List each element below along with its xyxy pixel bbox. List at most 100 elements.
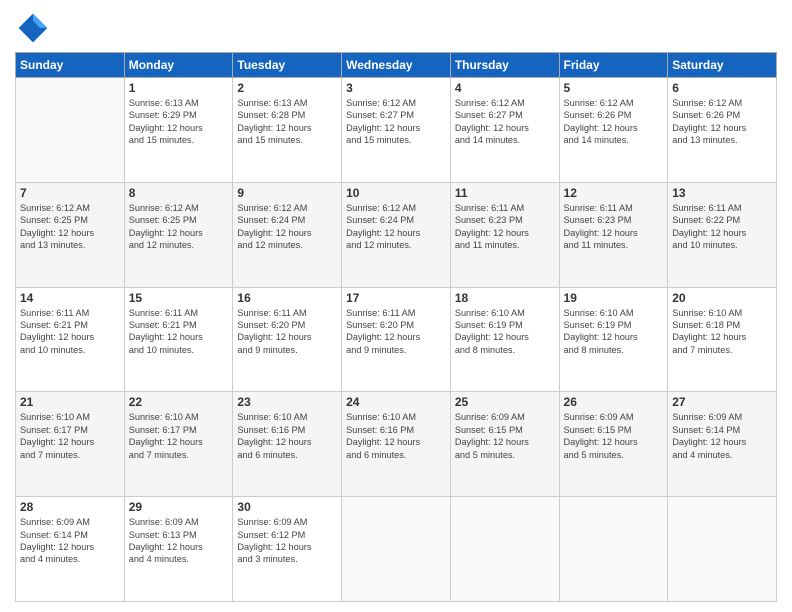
calendar-header-tuesday: Tuesday: [233, 53, 342, 78]
day-number: 12: [564, 186, 664, 200]
day-number: 6: [672, 81, 772, 95]
calendar-day-26: 26 Sunrise: 6:09 AMSunset: 6:15 PMDayligh…: [559, 392, 668, 497]
day-info: Sunrise: 6:12 AMSunset: 6:26 PMDaylight:…: [672, 97, 772, 147]
page: SundayMondayTuesdayWednesdayThursdayFrid…: [0, 0, 792, 612]
calendar-day-8: 8Sunrise: 6:12 AMSunset: 6:25 PMDaylight…: [124, 182, 233, 287]
calendar-day-4: 4 Sunrise: 6:12 AMSunset: 6:27 PMDaylight…: [450, 78, 559, 183]
day-number: 1: [129, 81, 229, 95]
calendar-day-18: 18 Sunrise: 6:10 AMSunset: 6:19 PMDayligh…: [450, 287, 559, 392]
calendar-day-22: 22 Sunrise: 6:10 AMSunset: 6:17 PMDayligh…: [124, 392, 233, 497]
day-info: Sunrise: 6:09 AMSunset: 6:13 PMDaylight:…: [129, 516, 229, 566]
day-number: 8: [129, 186, 229, 200]
calendar-empty-cell: [559, 497, 668, 602]
day-info: Sunrise: 6:11 AMSunset: 6:23 PMDaylight:…: [564, 202, 664, 252]
calendar-week-row: 14 Sunrise: 6:11 AMSunset: 6:21 PMDayligh…: [16, 287, 777, 392]
day-info: Sunrise: 6:12 AMSunset: 6:24 PMDaylight:…: [237, 202, 337, 252]
calendar-header-thursday: Thursday: [450, 53, 559, 78]
day-number: 20: [672, 291, 772, 305]
day-number: 9: [237, 186, 337, 200]
day-number: 10: [346, 186, 446, 200]
day-info: Sunrise: 6:10 AMSunset: 6:16 PMDaylight:…: [346, 411, 446, 461]
day-info: Sunrise: 6:12 AMSunset: 6:27 PMDaylight:…: [346, 97, 446, 147]
calendar-empty-cell: [450, 497, 559, 602]
day-number: 11: [455, 186, 555, 200]
calendar-day-30: 30Sunrise: 6:09 AMSunset: 6:12 PMDayligh…: [233, 497, 342, 602]
day-number: 2: [237, 81, 337, 95]
day-number: 4: [455, 81, 555, 95]
calendar-header-row: SundayMondayTuesdayWednesdayThursdayFrid…: [16, 53, 777, 78]
day-number: 5: [564, 81, 664, 95]
day-info: Sunrise: 6:11 AMSunset: 6:20 PMDaylight:…: [237, 307, 337, 357]
calendar-day-11: 11 Sunrise: 6:11 AMSunset: 6:23 PMDayligh…: [450, 182, 559, 287]
calendar-day-10: 10 Sunrise: 6:12 AMSunset: 6:24 PMDayligh…: [342, 182, 451, 287]
calendar-day-23: 23 Sunrise: 6:10 AMSunset: 6:16 PMDayligh…: [233, 392, 342, 497]
day-number: 14: [20, 291, 120, 305]
calendar-day-14: 14Sunrise: 6:11 AMSunset: 6:21 PMDayligh…: [16, 287, 125, 392]
day-info: Sunrise: 6:10 AMSunset: 6:17 PMDaylight:…: [20, 411, 120, 461]
day-info: Sunrise: 6:09 AMSunset: 6:15 PMDaylight:…: [455, 411, 555, 461]
day-info: Sunrise: 6:12 AMSunset: 6:24 PMDaylight:…: [346, 202, 446, 252]
calendar-header-saturday: Saturday: [668, 53, 777, 78]
day-number: 26: [564, 395, 664, 409]
calendar-day-28: 28 Sunrise: 6:09 AMSunset: 6:14 PMDayligh…: [16, 497, 125, 602]
calendar-empty-cell: [16, 78, 125, 183]
day-number: 16: [237, 291, 337, 305]
calendar-day-19: 19 Sunrise: 6:10 AMSunset: 6:19 PMDayligh…: [559, 287, 668, 392]
calendar-header-wednesday: Wednesday: [342, 53, 451, 78]
day-number: 30: [237, 500, 337, 514]
day-info: Sunrise: 6:12 AMSunset: 6:27 PMDaylight:…: [455, 97, 555, 147]
day-info: Sunrise: 6:12 AMSunset: 6:25 PMDaylight:…: [20, 202, 120, 252]
day-info: Sunrise: 6:09 AMSunset: 6:14 PMDaylight:…: [672, 411, 772, 461]
day-number: 23: [237, 395, 337, 409]
logo: [15, 10, 55, 46]
calendar-day-12: 12 Sunrise: 6:11 AMSunset: 6:23 PMDayligh…: [559, 182, 668, 287]
day-number: 18: [455, 291, 555, 305]
day-info: Sunrise: 6:09 AMSunset: 6:15 PMDaylight:…: [564, 411, 664, 461]
day-number: 21: [20, 395, 120, 409]
day-info: Sunrise: 6:12 AMSunset: 6:26 PMDaylight:…: [564, 97, 664, 147]
day-number: 28: [20, 500, 120, 514]
calendar-day-29: 29 Sunrise: 6:09 AMSunset: 6:13 PMDayligh…: [124, 497, 233, 602]
logo-icon: [15, 10, 51, 46]
calendar-week-row: 1 Sunrise: 6:13 AMSunset: 6:29 PMDaylight…: [16, 78, 777, 183]
day-number: 24: [346, 395, 446, 409]
day-number: 22: [129, 395, 229, 409]
day-number: 13: [672, 186, 772, 200]
calendar-day-25: 25 Sunrise: 6:09 AMSunset: 6:15 PMDayligh…: [450, 392, 559, 497]
day-number: 25: [455, 395, 555, 409]
day-number: 7: [20, 186, 120, 200]
day-info: Sunrise: 6:10 AMSunset: 6:16 PMDaylight:…: [237, 411, 337, 461]
calendar-day-17: 17 Sunrise: 6:11 AMSunset: 6:20 PMDayligh…: [342, 287, 451, 392]
day-info: Sunrise: 6:11 AMSunset: 6:21 PMDaylight:…: [129, 307, 229, 357]
calendar: SundayMondayTuesdayWednesdayThursdayFrid…: [15, 52, 777, 602]
calendar-day-2: 2 Sunrise: 6:13 AMSunset: 6:28 PMDaylight…: [233, 78, 342, 183]
header: [15, 10, 777, 46]
day-info: Sunrise: 6:10 AMSunset: 6:19 PMDaylight:…: [564, 307, 664, 357]
day-number: 27: [672, 395, 772, 409]
calendar-header-friday: Friday: [559, 53, 668, 78]
calendar-week-row: 28 Sunrise: 6:09 AMSunset: 6:14 PMDayligh…: [16, 497, 777, 602]
day-info: Sunrise: 6:09 AMSunset: 6:14 PMDaylight:…: [20, 516, 120, 566]
day-number: 29: [129, 500, 229, 514]
calendar-day-21: 21 Sunrise: 6:10 AMSunset: 6:17 PMDayligh…: [16, 392, 125, 497]
day-info: Sunrise: 6:11 AMSunset: 6:20 PMDaylight:…: [346, 307, 446, 357]
day-info: Sunrise: 6:13 AMSunset: 6:28 PMDaylight:…: [237, 97, 337, 147]
day-number: 17: [346, 291, 446, 305]
day-info: Sunrise: 6:13 AMSunset: 6:29 PMDaylight:…: [129, 97, 229, 147]
calendar-empty-cell: [342, 497, 451, 602]
calendar-day-9: 9 Sunrise: 6:12 AMSunset: 6:24 PMDaylight…: [233, 182, 342, 287]
calendar-week-row: 21 Sunrise: 6:10 AMSunset: 6:17 PMDayligh…: [16, 392, 777, 497]
calendar-day-15: 15Sunrise: 6:11 AMSunset: 6:21 PMDayligh…: [124, 287, 233, 392]
day-number: 19: [564, 291, 664, 305]
calendar-week-row: 7 Sunrise: 6:12 AMSunset: 6:25 PMDaylight…: [16, 182, 777, 287]
day-info: Sunrise: 6:10 AMSunset: 6:19 PMDaylight:…: [455, 307, 555, 357]
day-info: Sunrise: 6:11 AMSunset: 6:22 PMDaylight:…: [672, 202, 772, 252]
day-info: Sunrise: 6:10 AMSunset: 6:17 PMDaylight:…: [129, 411, 229, 461]
calendar-day-27: 27 Sunrise: 6:09 AMSunset: 6:14 PMDayligh…: [668, 392, 777, 497]
calendar-day-7: 7 Sunrise: 6:12 AMSunset: 6:25 PMDaylight…: [16, 182, 125, 287]
day-number: 3: [346, 81, 446, 95]
calendar-header-sunday: Sunday: [16, 53, 125, 78]
calendar-day-16: 16 Sunrise: 6:11 AMSunset: 6:20 PMDayligh…: [233, 287, 342, 392]
day-info: Sunrise: 6:10 AMSunset: 6:18 PMDaylight:…: [672, 307, 772, 357]
day-info: Sunrise: 6:11 AMSunset: 6:23 PMDaylight:…: [455, 202, 555, 252]
